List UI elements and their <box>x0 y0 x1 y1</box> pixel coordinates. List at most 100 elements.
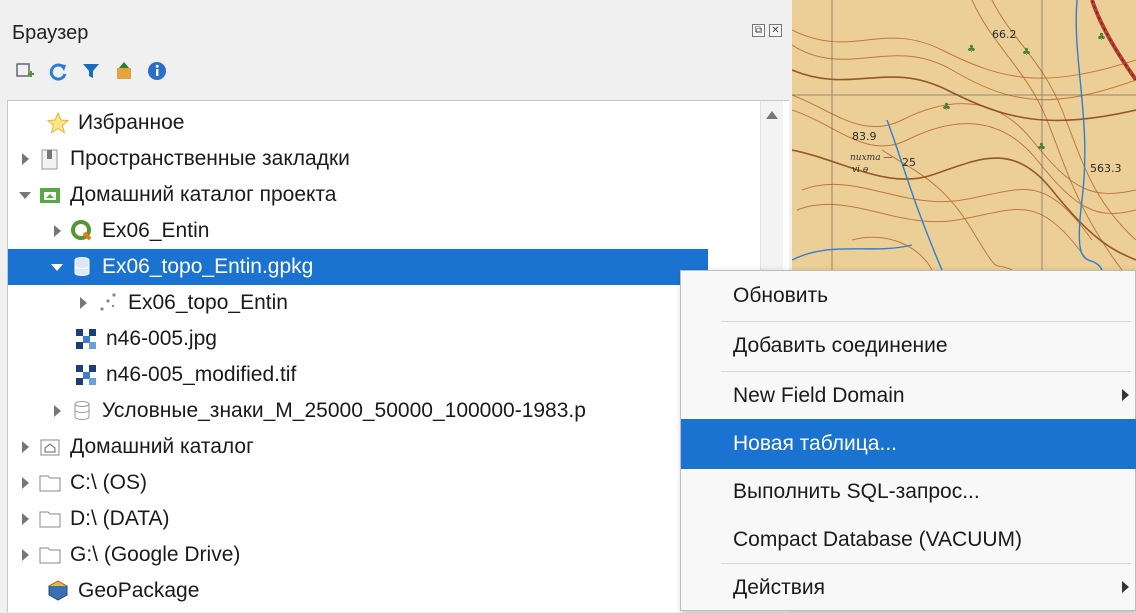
geopackage-icon <box>70 255 94 279</box>
menu-item-refresh[interactable]: Обновить <box>681 271 1136 321</box>
svg-text:♣: ♣ <box>1037 142 1046 153</box>
tree-item-label: Домашний каталог проекта <box>70 183 337 206</box>
map-canvas[interactable]: 66.2 83.9 563.3 25 пихта — ⅵ ө ♣ ♣ ♣ ♣ ♣ <box>792 0 1136 270</box>
close-panel-button[interactable]: ✕ <box>769 24 782 37</box>
map-label: 563.3 <box>1090 162 1122 175</box>
expand-arrow-icon[interactable] <box>50 404 64 418</box>
map-label: 66.2 <box>992 28 1017 41</box>
tree-item-label: Ex06_Entin <box>102 219 210 242</box>
menu-item-label: New Field Domain <box>733 384 905 407</box>
refresh-button[interactable] <box>47 60 69 82</box>
collapse-arrow-icon[interactable] <box>50 260 64 274</box>
tree-item-label: D:\ (DATA) <box>70 507 170 530</box>
collapse-all-icon <box>117 62 131 79</box>
menu-item-label: Добавить соединение <box>733 334 948 357</box>
tree-item-raster-jpg[interactable]: n46-005.jpg <box>8 321 761 357</box>
menu-item-compact-database[interactable]: Compact Database (VACUUM) <box>681 515 1136 565</box>
svg-text:ⅵ ө: ⅵ ө <box>852 165 869 175</box>
bookmarks-icon <box>38 147 62 171</box>
menu-item-label: Новая таблица... <box>733 432 897 455</box>
collapse-arrow-icon[interactable] <box>18 188 32 202</box>
filter-icon <box>83 64 99 78</box>
refresh-icon <box>49 63 67 81</box>
collapse-all-button[interactable] <box>113 60 135 82</box>
tree-item-home-folder[interactable]: Домашний каталог <box>8 429 761 465</box>
tree-item-label: Домашний каталог <box>70 435 254 458</box>
expand-arrow-icon[interactable] <box>18 152 32 166</box>
tree-item-favorites[interactable]: Избранное <box>8 105 761 141</box>
menu-item-label: Действия <box>733 576 826 599</box>
context-menu: Обновить Добавить соединение New Field D… <box>680 270 1136 611</box>
menu-item-label: Compact Database (VACUUM) <box>733 528 1023 551</box>
folder-icon <box>38 471 62 495</box>
menu-item-actions[interactable]: Действия <box>681 563 1136 613</box>
properties-button[interactable] <box>146 60 168 82</box>
menu-item-new-field-domain[interactable]: New Field Domain <box>681 371 1136 421</box>
map-label: 25 <box>902 156 916 169</box>
browser-toolbar <box>14 60 168 82</box>
expand-arrow-icon[interactable] <box>76 296 90 310</box>
menu-item-label: Обновить <box>733 284 829 307</box>
home-folder-icon <box>38 435 62 459</box>
tree-item-qgis-project[interactable]: Ex06_Entin <box>8 213 761 249</box>
svg-text:пихта —: пихта — <box>850 153 892 163</box>
geopackage-icon <box>70 399 94 423</box>
svg-text:♣: ♣ <box>1097 32 1106 43</box>
tree-item-label: C:\ (OS) <box>70 471 147 494</box>
tree-item-label: G:\ (Google Drive) <box>70 543 241 566</box>
expand-arrow-icon[interactable] <box>18 512 32 526</box>
menu-item-execute-sql[interactable]: Выполнить SQL-запрос... <box>681 467 1136 517</box>
tree-item-project-home[interactable]: Домашний каталог проекта <box>8 177 761 213</box>
folder-icon <box>38 507 62 531</box>
menu-item-label: Выполнить SQL-запрос... <box>733 480 980 503</box>
svg-text:♣: ♣ <box>967 44 976 55</box>
tree-item-label: GeoPackage <box>78 579 200 602</box>
tree-item-geopackage-selected[interactable]: Ex06_topo_Entin.gpkg <box>8 249 708 285</box>
tree-item-label: Условные_знаки_М_25000_50000_100000-1983… <box>102 399 586 422</box>
qgis-project-icon <box>70 219 94 243</box>
submenu-arrow-icon <box>1122 389 1129 401</box>
topographic-map: 66.2 83.9 563.3 25 пихта — ⅵ ө ♣ ♣ ♣ ♣ ♣ <box>792 0 1136 270</box>
point-layer-icon <box>96 291 120 315</box>
scroll-up-arrow-icon[interactable] <box>766 111 778 119</box>
float-panel-button[interactable]: ⧉ <box>752 24 765 37</box>
info-icon <box>148 62 166 80</box>
project-home-icon <box>38 183 62 207</box>
add-layer-icon <box>16 63 34 77</box>
tree-item-label: Пространственные закладки <box>70 147 350 170</box>
add-selected-layers-button[interactable] <box>14 60 36 82</box>
tree-item-raster-tif[interactable]: n46-005_modified.tif <box>8 357 761 393</box>
panel-title: Браузер <box>12 22 89 44</box>
tree-item-drive-d[interactable]: D:\ (DATA) <box>8 501 761 537</box>
star-icon <box>46 111 70 135</box>
submenu-arrow-icon <box>1122 581 1129 593</box>
tree-item-label: n46-005.jpg <box>106 327 217 350</box>
tree-item-legend-geopackage[interactable]: Условные_знаки_М_25000_50000_100000-1983… <box>8 393 761 429</box>
tree-item-drive-g[interactable]: G:\ (Google Drive) <box>8 537 761 573</box>
expand-arrow-icon[interactable] <box>50 224 64 238</box>
browser-panel: Браузер ⧉ ✕ Избранное Пространственные з… <box>0 0 790 612</box>
menu-item-add-connection[interactable]: Добавить соединение <box>681 321 1136 371</box>
svg-text:♣: ♣ <box>1022 47 1031 58</box>
raster-icon <box>74 363 98 387</box>
menu-item-new-table[interactable]: Новая таблица... <box>681 419 1136 469</box>
expand-arrow-icon[interactable] <box>18 440 32 454</box>
tree-item-spatial-bookmarks[interactable]: Пространственные закладки <box>8 141 761 177</box>
tree-item-label: Ex06_topo_Entin <box>128 291 288 314</box>
tree-item-geopackage-provider[interactable]: GeoPackage <box>8 573 761 609</box>
panel-controls: ⧉ ✕ <box>752 24 782 37</box>
tree-item-point-layer[interactable]: Ex06_topo_Entin <box>8 285 761 321</box>
tree-item-drive-c[interactable]: C:\ (OS) <box>8 465 761 501</box>
tree-item-label: n46-005_modified.tif <box>106 363 297 386</box>
svg-text:♣: ♣ <box>942 102 951 113</box>
expand-arrow-icon[interactable] <box>18 548 32 562</box>
expand-arrow-icon[interactable] <box>18 476 32 490</box>
folder-icon <box>38 543 62 567</box>
geopackage-provider-icon <box>46 579 70 603</box>
browser-tree: Избранное Пространственные закладки Дома… <box>7 100 789 612</box>
raster-icon <box>74 327 98 351</box>
tree-item-label: Ex06_topo_Entin.gpkg <box>102 255 314 278</box>
tree-item-label: Избранное <box>78 111 185 134</box>
filter-button[interactable] <box>80 60 102 82</box>
map-label: 83.9 <box>852 130 877 143</box>
